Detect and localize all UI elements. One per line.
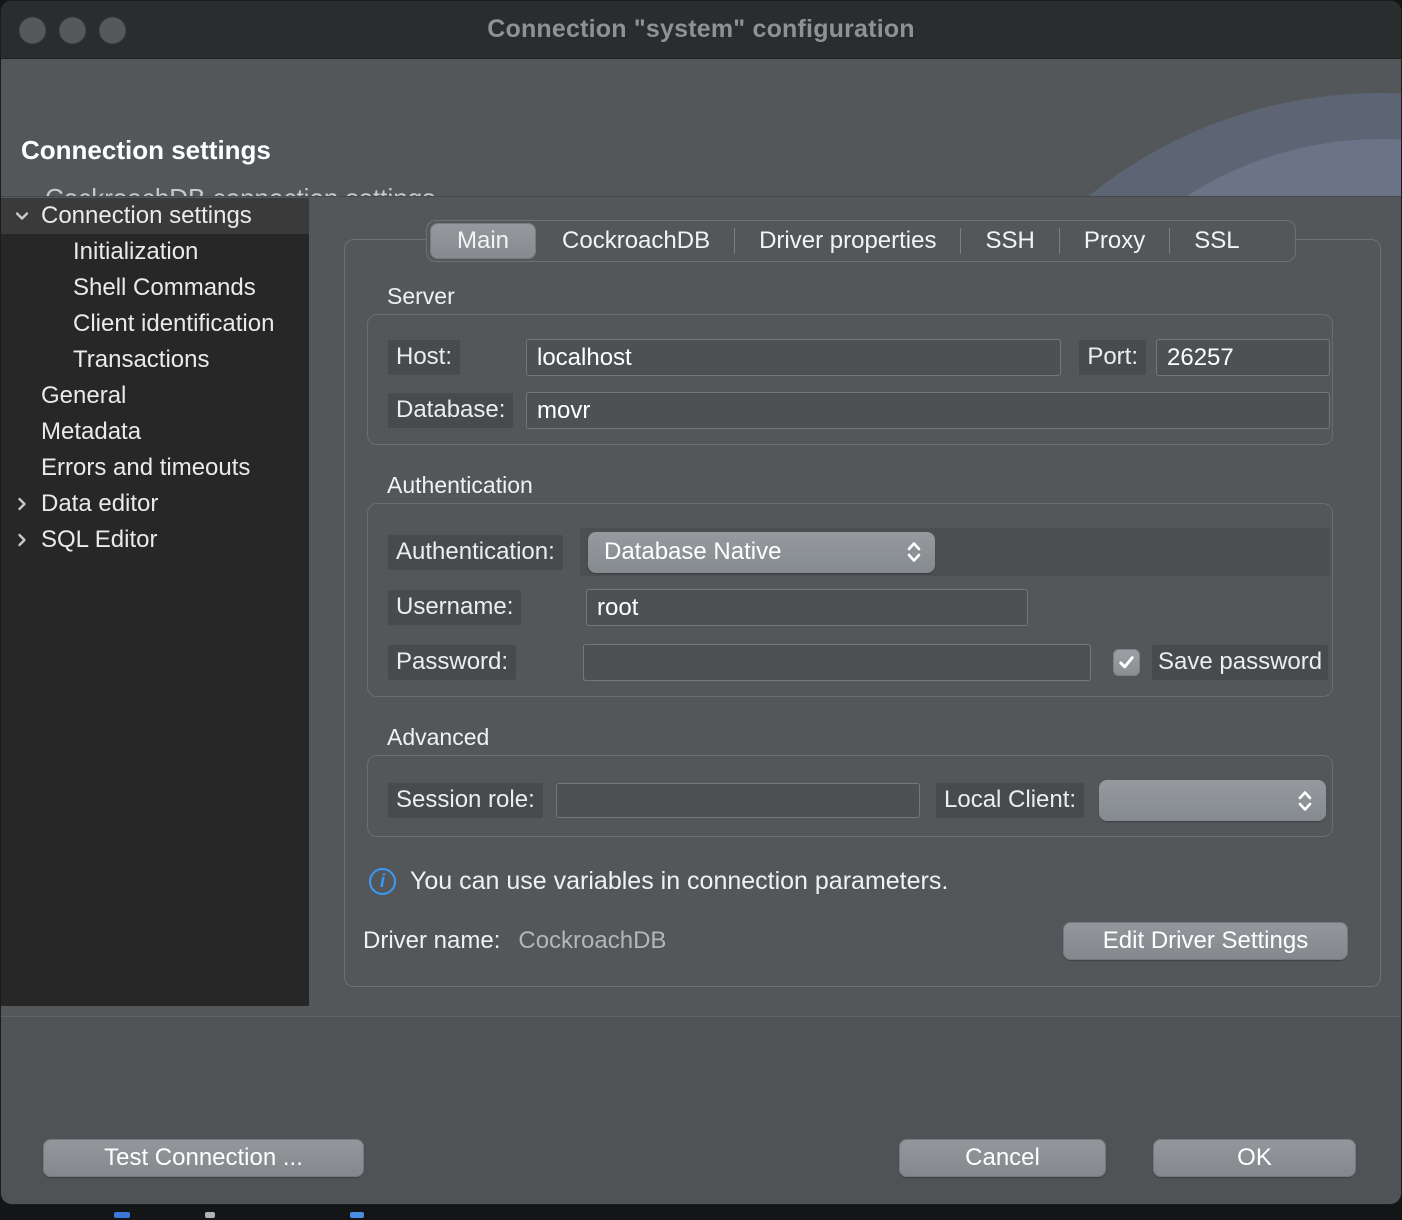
chevron-right-icon[interactable] [9,530,35,550]
page-subtitle: CockroachDB connection settings [45,183,435,197]
advanced-group-label: Advanced [387,723,1360,751]
tab-cockroachdb[interactable]: CockroachDB [538,221,734,261]
sidebar-item-general[interactable]: General [1,378,309,414]
session-role-label: Session role: [388,783,556,818]
password-input[interactable] [583,644,1091,681]
sidebar-item-label: Connection settings [41,202,252,230]
ok-button[interactable]: OK [1153,1139,1356,1177]
main-settings-pane: Main CockroachDB Driver properties SSH P… [309,198,1402,1016]
advanced-group: Session role: Local Client: [367,755,1333,837]
driver-name-label: Driver name: [363,927,500,955]
test-connection-button[interactable]: Test Connection ... [43,1139,364,1177]
chevron-right-icon[interactable] [9,494,35,514]
sidebar-item-metadata[interactable]: Metadata [1,414,309,450]
tab-ssl[interactable]: SSL [1170,221,1263,261]
host-input[interactable] [526,339,1061,376]
sidebar-item-label: Client identification [73,310,274,338]
sidebar-item-label: Transactions [73,346,210,374]
combo-arrows-icon [905,539,923,565]
edit-driver-settings-button[interactable]: Edit Driver Settings [1063,922,1348,960]
chevron-down-icon[interactable] [9,206,35,226]
dock-icon-fragment [350,1212,364,1218]
port-input[interactable] [1156,339,1330,376]
authentication-method-label: Authentication: [388,535,580,570]
sidebar-item-shell-commands[interactable]: Shell Commands [1,270,309,306]
password-label: Password: [388,645,583,680]
database-input[interactable] [526,392,1330,429]
port-label: Port: [1079,340,1146,375]
window-title: Connection "system" configuration [487,15,915,44]
database-label: Database: [388,393,526,428]
minimize-window-button[interactable] [59,17,86,44]
desktop-background: Connection "system" configuration Connec… [0,0,1402,1220]
dialog-body: Connection settings Initialization Shell… [1,198,1402,1016]
sidebar-item-label: Errors and timeouts [41,454,250,482]
sidebar-item-label: SQL Editor [41,526,158,554]
sidebar-item-errors-and-timeouts[interactable]: Errors and timeouts [1,450,309,486]
tab-ssh[interactable]: SSH [961,221,1058,261]
local-client-select[interactable] [1099,780,1326,821]
driver-row: Driver name: CockroachDB Edit Driver Set… [367,922,1360,960]
save-password-label: Save password [1152,645,1330,680]
connection-tabs: Main CockroachDB Driver properties SSH P… [426,220,1296,262]
settings-tree: Connection settings Initialization Shell… [1,198,309,1006]
sidebar-item-label: Initialization [73,238,198,266]
cancel-button[interactable]: Cancel [899,1139,1106,1177]
username-label: Username: [388,590,586,625]
dialog-header: Connection settings CockroachDB connecti… [1,59,1401,197]
host-label: Host: [388,340,526,375]
window-controls [19,1,126,59]
sidebar-item-sql-editor[interactable]: SQL Editor [1,522,309,558]
variables-hint-text: You can use variables in connection para… [410,867,948,896]
combo-arrows-icon [1296,788,1314,814]
local-client-label: Local Client: [936,783,1084,818]
authentication-method-row: Database Native [580,528,1330,576]
title-bar[interactable]: Connection "system" configuration [1,1,1401,59]
authentication-method-value: Database Native [604,538,781,566]
authentication-group-label: Authentication [387,471,1360,499]
dock-icon-fragment [114,1212,130,1218]
main-tab-panel: Server Host: Port: Database: [344,239,1381,987]
sidebar-item-client-identification[interactable]: Client identification [1,306,309,342]
info-icon: i [369,868,396,895]
session-role-input[interactable] [556,783,920,818]
dock-icon-fragment [205,1212,215,1218]
server-group: Host: Port: Database: [367,314,1333,445]
sidebar-item-label: Shell Commands [73,274,256,302]
tab-driver-properties[interactable]: Driver properties [735,221,960,261]
authentication-method-select[interactable]: Database Native [588,532,935,573]
authentication-group: Authentication: Database Native [367,503,1333,697]
sidebar-item-transactions[interactable]: Transactions [1,342,309,378]
variables-hint-row: i You can use variables in connection pa… [369,867,1360,896]
dialog-footer: Test Connection ... Cancel OK [1,1016,1402,1205]
username-input[interactable] [586,589,1028,626]
tab-main[interactable]: Main [430,223,536,259]
connection-configuration-dialog: Connection "system" configuration Connec… [0,0,1402,1205]
sidebar-item-connection-settings[interactable]: Connection settings [1,198,309,234]
sidebar-item-label: Metadata [41,418,141,446]
sidebar-item-initialization[interactable]: Initialization [1,234,309,270]
driver-name-value: CockroachDB [518,927,666,955]
tab-proxy[interactable]: Proxy [1060,221,1169,261]
page-title: Connection settings [21,135,271,166]
zoom-window-button[interactable] [99,17,126,44]
save-password-checkbox[interactable] [1113,649,1140,676]
server-group-label: Server [387,282,1360,310]
sidebar-item-data-editor[interactable]: Data editor [1,486,309,522]
sidebar-item-label: General [41,382,126,410]
sidebar-item-label: Data editor [41,490,158,518]
close-window-button[interactable] [19,17,46,44]
